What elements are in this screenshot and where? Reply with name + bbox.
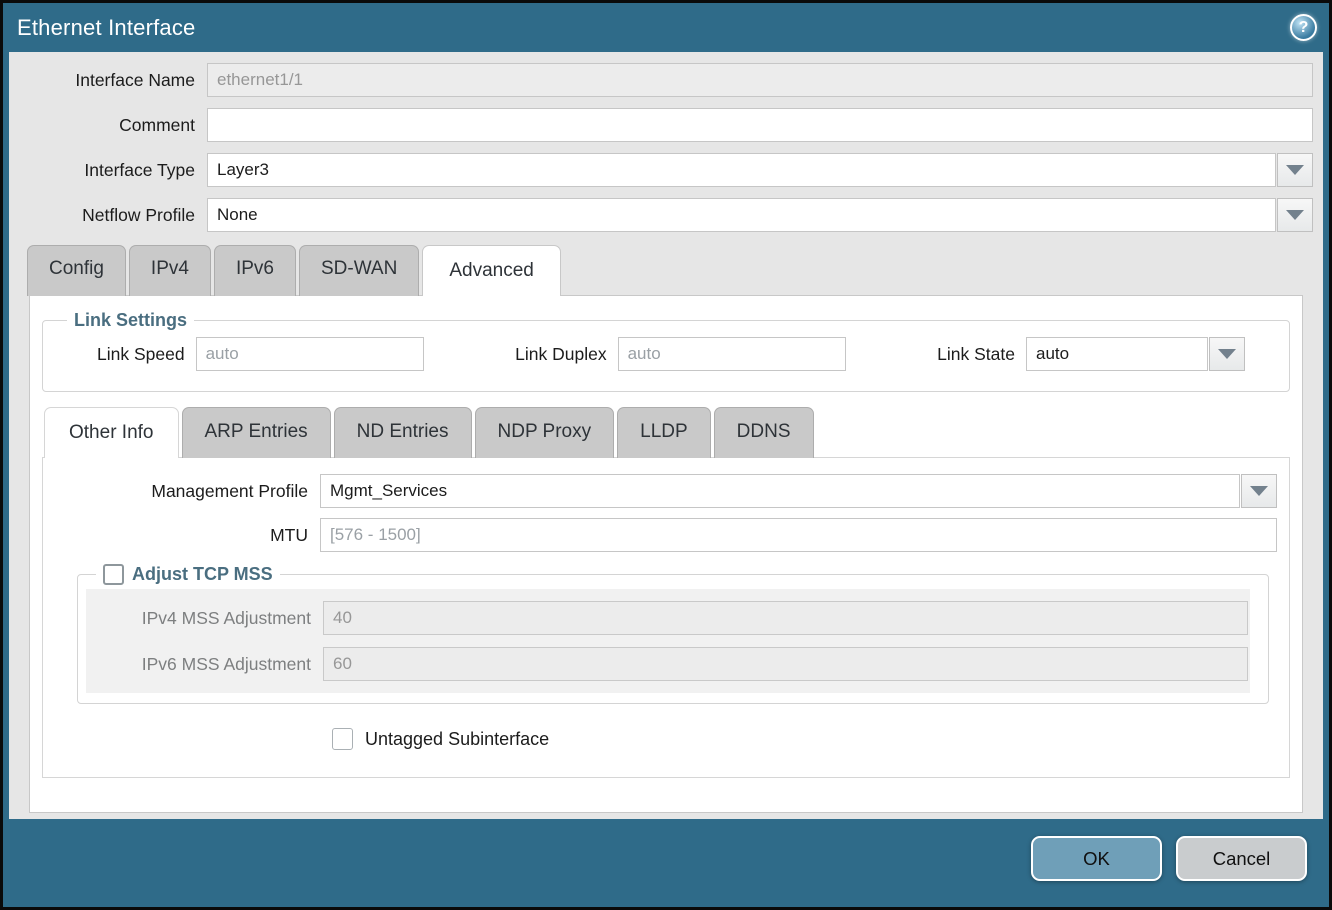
tab-advanced[interactable]: Advanced xyxy=(422,245,561,296)
netflow-profile-label: Netflow Profile xyxy=(19,205,207,226)
subtab-ddns[interactable]: DDNS xyxy=(714,407,814,458)
ethernet-interface-dialog: Ethernet Interface ? Interface Name Comm… xyxy=(0,0,1332,910)
interface-name-field xyxy=(207,63,1313,97)
netflow-profile-dropdown-button[interactable] xyxy=(1277,198,1313,232)
subtab-ndp-proxy[interactable]: NDP Proxy xyxy=(475,407,615,458)
ipv4-mss-row: IPv4 MSS Adjustment xyxy=(86,595,1250,641)
tab-ipv4[interactable]: IPv4 xyxy=(129,245,211,296)
dialog-title: Ethernet Interface xyxy=(17,15,1290,41)
comment-label: Comment xyxy=(19,115,207,136)
link-state-label: Link State xyxy=(937,344,1026,365)
advanced-tab-panel: Link Settings Link Speed Link Duplex Lin… xyxy=(29,295,1303,813)
subtab-arp-entries[interactable]: ARP Entries xyxy=(182,407,331,458)
link-speed-label: Link Speed xyxy=(97,344,196,365)
link-state-dropdown-button[interactable] xyxy=(1209,337,1245,371)
other-info-panel: Management Profile MTU Adjust TCP MSS xyxy=(42,457,1290,778)
management-profile-label: Management Profile xyxy=(55,481,320,502)
comment-row: Comment xyxy=(19,108,1313,142)
dialog-footer: OK Cancel xyxy=(3,819,1329,907)
mtu-row: MTU xyxy=(55,518,1277,552)
interface-type-row: Interface Type xyxy=(19,153,1313,187)
interface-type-field[interactable] xyxy=(207,153,1276,187)
link-duplex-field[interactable] xyxy=(618,337,846,371)
adjust-tcp-mss-legend: Adjust TCP MSS xyxy=(96,564,280,585)
interface-name-row: Interface Name xyxy=(19,63,1313,97)
management-profile-dropdown-button[interactable] xyxy=(1241,474,1277,508)
subtab-other-info[interactable]: Other Info xyxy=(44,407,179,458)
mtu-label: MTU xyxy=(55,525,320,546)
dialog-titlebar: Ethernet Interface ? xyxy=(3,3,1329,52)
cancel-button[interactable]: Cancel xyxy=(1176,836,1307,881)
interface-name-label: Interface Name xyxy=(19,70,207,91)
management-profile-field[interactable] xyxy=(320,474,1240,508)
link-settings-legend: Link Settings xyxy=(67,310,194,331)
tab-sdwan[interactable]: SD-WAN xyxy=(299,245,419,296)
link-duplex-label: Link Duplex xyxy=(515,344,617,365)
sub-tab-bar: Other Info ARP Entries ND Entries NDP Pr… xyxy=(42,406,1290,457)
ipv4-mss-label: IPv4 MSS Adjustment xyxy=(86,608,323,629)
mss-disabled-block: IPv4 MSS Adjustment IPv6 MSS Adjustment xyxy=(86,589,1250,693)
link-speed-group: Link Speed xyxy=(97,337,424,371)
chevron-down-icon xyxy=(1218,349,1236,359)
adjust-tcp-mss-checkbox[interactable] xyxy=(103,564,124,585)
chevron-down-icon xyxy=(1250,486,1268,496)
tab-config[interactable]: Config xyxy=(27,245,126,296)
help-icon[interactable]: ? xyxy=(1290,14,1317,41)
untagged-subinterface-checkbox[interactable] xyxy=(332,728,353,750)
tab-ipv6[interactable]: IPv6 xyxy=(214,245,296,296)
management-profile-row: Management Profile xyxy=(55,474,1277,508)
ipv6-mss-field xyxy=(323,647,1248,681)
adjust-tcp-mss-fieldset: Adjust TCP MSS IPv4 MSS Adjustment IPv6 … xyxy=(77,564,1269,704)
subtab-lldp[interactable]: LLDP xyxy=(617,407,711,458)
link-settings-fieldset: Link Settings Link Speed Link Duplex Lin… xyxy=(42,310,1290,392)
adjust-tcp-mss-legend-text: Adjust TCP MSS xyxy=(124,564,273,585)
subtab-nd-entries[interactable]: ND Entries xyxy=(334,407,472,458)
ipv6-mss-row: IPv6 MSS Adjustment xyxy=(86,641,1250,687)
untagged-subinterface-row: Untagged Subinterface xyxy=(55,728,1277,750)
interface-type-label: Interface Type xyxy=(19,160,207,181)
chevron-down-icon xyxy=(1286,165,1304,175)
comment-field[interactable] xyxy=(207,108,1313,142)
ipv6-mss-label: IPv6 MSS Adjustment xyxy=(86,654,323,675)
untagged-subinterface-label: Untagged Subinterface xyxy=(353,729,549,750)
main-tab-bar: Config IPv4 IPv6 SD-WAN Advanced xyxy=(19,244,1313,295)
link-state-field[interactable] xyxy=(1026,337,1208,371)
ipv4-mss-field xyxy=(323,601,1248,635)
netflow-profile-row: Netflow Profile xyxy=(19,198,1313,232)
link-state-group: Link State xyxy=(937,337,1245,371)
dialog-body: Interface Name Comment Interface Type Ne… xyxy=(9,52,1323,819)
link-duplex-group: Link Duplex xyxy=(515,337,845,371)
link-speed-field[interactable] xyxy=(196,337,424,371)
mtu-field[interactable] xyxy=(320,518,1277,552)
ok-button[interactable]: OK xyxy=(1031,836,1162,881)
chevron-down-icon xyxy=(1286,210,1304,220)
interface-type-dropdown-button[interactable] xyxy=(1277,153,1313,187)
netflow-profile-field[interactable] xyxy=(207,198,1276,232)
